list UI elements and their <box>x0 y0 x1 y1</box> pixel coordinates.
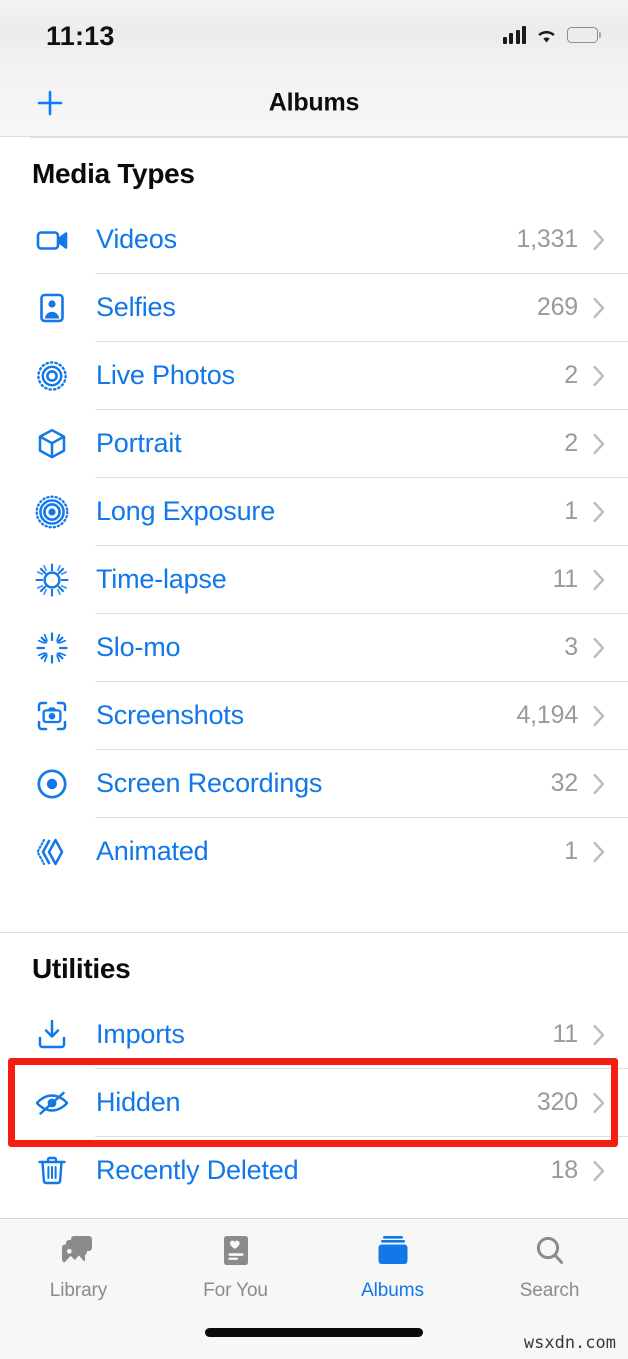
person-portrait-icon <box>30 286 74 330</box>
search-icon <box>532 1229 568 1273</box>
albums-list[interactable]: Media Types Videos 1,331 Selfies 269 Liv… <box>0 137 628 1218</box>
animated-icon <box>30 830 74 874</box>
chevron-right-icon <box>592 1091 606 1115</box>
row-label: Time-lapse <box>96 564 227 594</box>
chevron-right-icon <box>592 228 606 252</box>
row-label: Videos <box>96 224 177 254</box>
status-bar-clock: 11:13 <box>46 21 115 51</box>
row-label: Screenshots <box>96 700 244 730</box>
row-videos[interactable]: Videos 1,331 <box>0 206 628 273</box>
row-label: Slo-mo <box>96 632 181 662</box>
slomo-icon <box>30 626 74 670</box>
chevron-right-icon <box>592 840 606 864</box>
row-label: Imports <box>96 1019 185 1049</box>
chevron-right-icon <box>592 364 606 388</box>
row-count: 11 <box>552 1020 578 1048</box>
home-indicator[interactable] <box>205 1328 423 1337</box>
cellular-bars-icon <box>502 26 526 44</box>
tab-for-you[interactable]: For You <box>157 1229 314 1319</box>
row-label: Long Exposure <box>96 496 276 526</box>
row-count: 2 <box>564 361 578 389</box>
chevron-right-icon <box>592 500 606 524</box>
row-portrait[interactable]: Portrait 2 <box>0 410 628 477</box>
row-count: 32 <box>550 769 579 797</box>
row-count: 11 <box>552 565 578 593</box>
eye-slash-icon <box>30 1081 74 1125</box>
page-title: Albums <box>268 88 360 117</box>
row-recently-deleted[interactable]: Recently Deleted 18 <box>0 1137 628 1204</box>
row-count: 18 <box>550 1156 579 1184</box>
row-live-photos[interactable]: Live Photos 2 <box>0 342 628 409</box>
tab-label: Albums <box>361 1280 424 1301</box>
row-count: 2 <box>564 429 578 457</box>
long-exposure-icon <box>30 490 74 534</box>
battery-icon <box>567 27 602 43</box>
chevron-right-icon <box>592 296 606 320</box>
chevron-right-icon <box>592 432 606 456</box>
row-slo-mo[interactable]: Slo-mo 3 <box>0 614 628 681</box>
status-bar: 11:13 <box>0 0 628 70</box>
photo-stack-icon <box>59 1229 99 1273</box>
screenshot-icon <box>30 694 74 738</box>
status-bar-indicators <box>502 26 602 44</box>
tab-label: For You <box>203 1280 268 1301</box>
row-long-exposure[interactable]: Long Exposure 1 <box>0 478 628 545</box>
row-count: 1 <box>564 497 578 525</box>
tab-library[interactable]: Library <box>0 1229 157 1319</box>
import-icon <box>30 1013 74 1057</box>
chevron-right-icon <box>592 1023 606 1047</box>
row-label: Live Photos <box>96 360 235 390</box>
row-label: Selfies <box>96 292 176 322</box>
chevron-right-icon <box>592 636 606 660</box>
row-animated[interactable]: Animated 1 <box>0 818 628 885</box>
phone-screen: 11:13 Albums Media Types Videos 1,331 Se… <box>0 0 628 1359</box>
row-label: Screen Recordings <box>96 768 323 798</box>
tab-label: Library <box>49 1280 108 1301</box>
cube-icon <box>30 422 74 466</box>
chevron-right-icon <box>592 772 606 796</box>
tab-label: Search <box>519 1280 580 1301</box>
tab-bar: Library For You Albums Search wsxdn.com <box>0 1218 628 1359</box>
navigation-bar: Albums <box>0 70 628 137</box>
row-label: Hidden <box>96 1087 181 1117</box>
trash-icon <box>30 1149 74 1193</box>
row-label: Recently Deleted <box>96 1155 299 1185</box>
albums-icon <box>373 1229 413 1273</box>
watermark: wsxdn.com <box>523 1333 616 1353</box>
live-photo-icon <box>30 354 74 398</box>
row-count: 1 <box>564 837 578 865</box>
row-hidden[interactable]: Hidden 320 <box>0 1069 628 1136</box>
row-label: Portrait <box>96 428 182 458</box>
tab-search[interactable]: Search <box>471 1229 628 1319</box>
highlighted-row-wrapper: Hidden 320 <box>0 1058 628 1147</box>
video-camera-icon <box>30 218 74 262</box>
section-header-utilities: Utilities <box>32 953 131 984</box>
row-count: 269 <box>536 293 578 321</box>
row-screenshots[interactable]: Screenshots 4,194 <box>0 682 628 749</box>
row-selfies[interactable]: Selfies 269 <box>0 274 628 341</box>
timelapse-icon <box>30 558 74 602</box>
row-screen-recordings[interactable]: Screen Recordings 32 <box>0 750 628 817</box>
row-time-lapse[interactable]: Time-lapse 11 <box>0 546 628 613</box>
chevron-right-icon <box>592 704 606 728</box>
chevron-right-icon <box>592 568 606 592</box>
section-gap <box>0 885 628 932</box>
row-imports[interactable]: Imports 11 <box>0 1001 628 1068</box>
row-count: 4,194 <box>516 701 578 729</box>
chevron-right-icon <box>592 1159 606 1183</box>
tab-albums[interactable]: Albums <box>314 1229 471 1319</box>
heart-card-icon <box>218 1229 254 1273</box>
row-count: 3 <box>564 633 578 661</box>
section-header-media-types: Media Types <box>32 158 195 189</box>
row-count: 320 <box>536 1088 578 1116</box>
row-label: Animated <box>96 836 209 866</box>
row-count: 1,331 <box>516 225 578 253</box>
screen-recording-icon <box>30 762 74 806</box>
wifi-icon <box>535 27 558 44</box>
